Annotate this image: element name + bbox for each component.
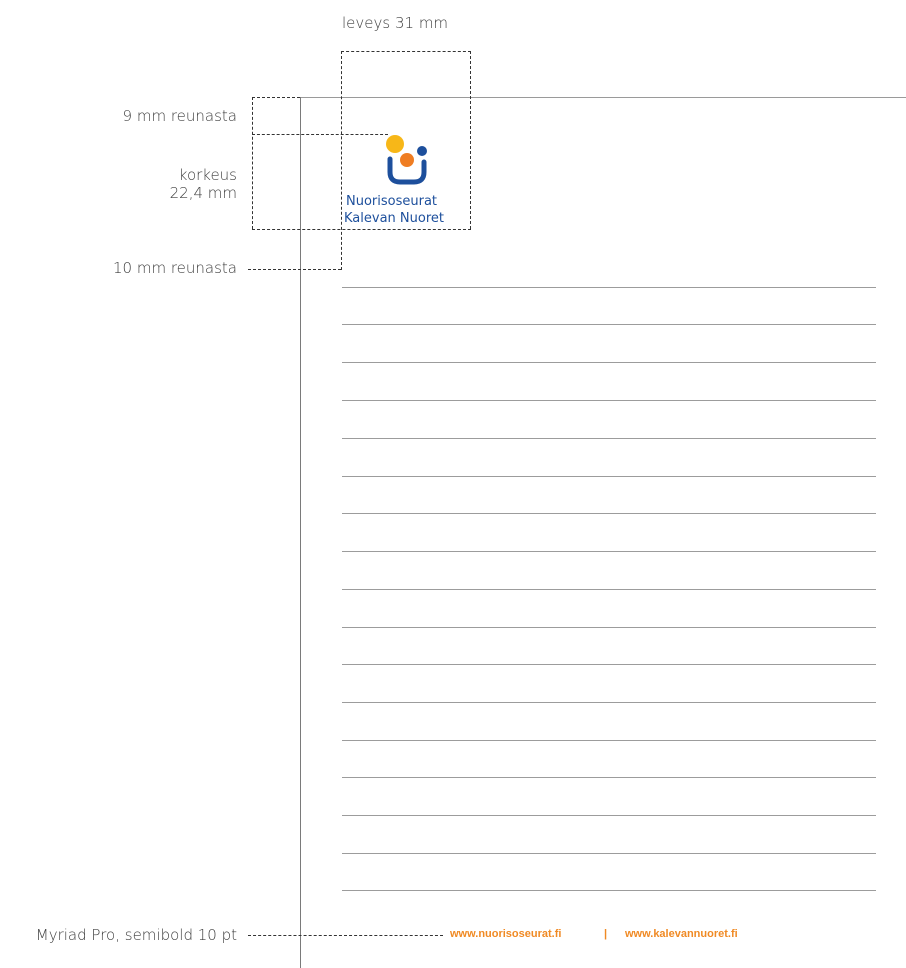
writing-line [342,324,876,325]
height-label-line2: 22,4 mm [169,184,237,202]
writing-line [342,438,876,439]
logo-text-line1: Nuorisoseurat [346,194,438,209]
left-margin-label: 10 mm reunasta [112,259,237,277]
page-left-edge [300,97,301,968]
height-dash-bottom [252,229,471,230]
logo-orange-dot [400,153,414,167]
logo-blue-dot [417,146,427,156]
font-spec-dash [248,935,443,936]
writing-line [342,815,876,816]
footer-link-kalevannuoret[interactable]: www.kalevannuoret.fi [625,928,738,940]
writing-line [342,777,876,778]
top-margin-label: 9 mm reunasta [122,107,237,125]
writing-line [342,740,876,741]
logo-area-top-dash [341,51,471,52]
logo-text-line2: Kalevan Nuoret [344,211,444,226]
writing-line [342,890,876,891]
top-margin-dash-vertical [252,97,253,229]
writing-line [342,551,876,552]
logo-area-right-dash [470,51,471,229]
writing-line [342,627,876,628]
footer-link-nuorisoseurat[interactable]: www.nuorisoseurat.fi [450,928,561,940]
writing-line [342,513,876,514]
left-margin-dash [248,269,341,270]
writing-line [342,362,876,363]
logo-area-left-dash [341,51,342,270]
footer-separator: | [604,928,608,940]
height-label-line1: korkeus [178,166,237,184]
writing-line [342,702,876,703]
writing-line [342,287,876,288]
logo-mark-icon [386,135,427,185]
top-margin-dash-top [252,97,300,98]
logo-yellow-dot [386,135,404,153]
page-top-edge [300,97,906,98]
width-label: leveys 31 mm [342,14,449,32]
writing-line [342,589,876,590]
font-spec-label: Myriad Pro, semibold 10 pt [35,926,237,944]
writing-line [342,476,876,477]
writing-line [342,853,876,854]
writing-line [342,400,876,401]
top-margin-dash-bottom [252,134,388,135]
writing-line [342,664,876,665]
